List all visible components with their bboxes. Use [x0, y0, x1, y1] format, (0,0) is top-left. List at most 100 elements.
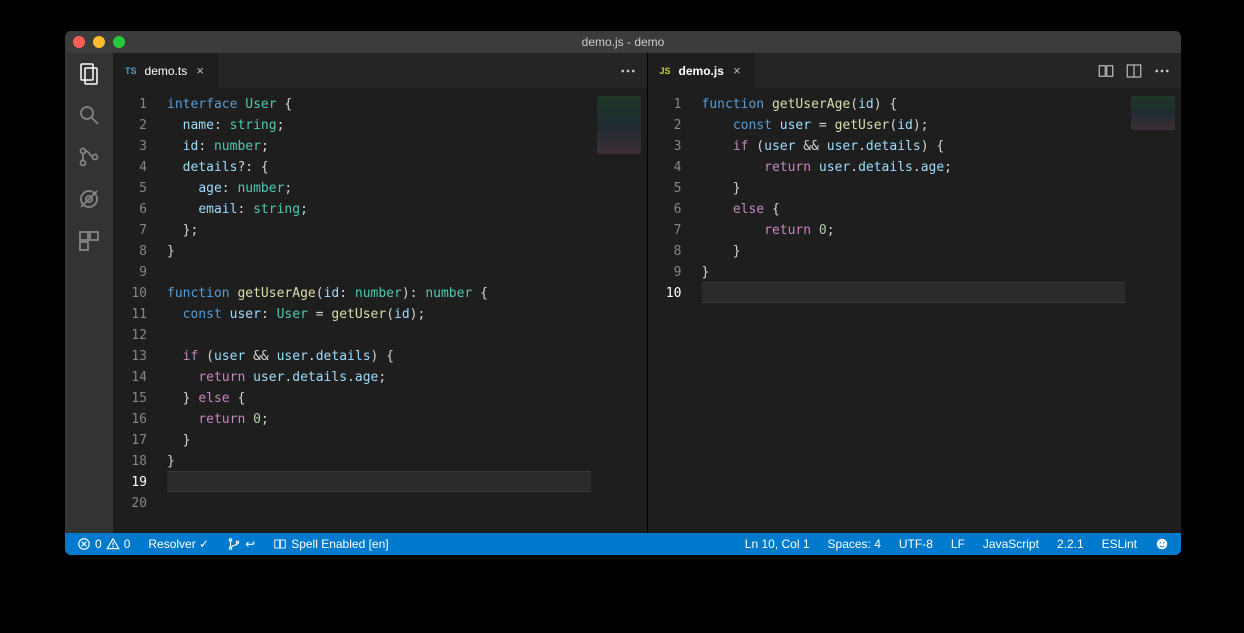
- code-line[interactable]: email: string;: [167, 199, 591, 220]
- vscode-window: demo.js - demo TS demo.ts ×: [65, 31, 1181, 555]
- line-number: 9: [113, 262, 147, 283]
- code-line[interactable]: id: number;: [167, 136, 591, 157]
- code-line[interactable]: const user: User = getUser(id);: [167, 304, 591, 325]
- git-branch-status[interactable]: ↩: [223, 537, 259, 551]
- editor-groups: TS demo.ts × 123456789101112131415161718…: [113, 53, 1181, 533]
- errors-count: 0: [95, 537, 102, 551]
- code-line[interactable]: name: string;: [167, 115, 591, 136]
- code-line[interactable]: }: [167, 430, 591, 451]
- language-mode[interactable]: JavaScript: [979, 537, 1043, 551]
- line-number: 10: [113, 283, 147, 304]
- minimap-right[interactable]: [1125, 88, 1181, 533]
- close-tab-button[interactable]: ×: [193, 64, 207, 78]
- split-editor-icon[interactable]: [1125, 62, 1143, 80]
- line-number: 2: [113, 115, 147, 136]
- workbench-body: TS demo.ts × 123456789101112131415161718…: [65, 53, 1181, 533]
- line-number: 7: [648, 220, 682, 241]
- activity-bar: [65, 53, 113, 533]
- close-tab-button[interactable]: ×: [730, 64, 744, 78]
- tab-actions-left: [609, 53, 647, 88]
- branch-arrow-icon: ↩: [245, 537, 255, 551]
- eslint-status[interactable]: ESLint: [1098, 537, 1141, 551]
- version-status[interactable]: 2.2.1: [1053, 537, 1088, 551]
- code-line[interactable]: }: [702, 241, 1126, 262]
- code-line[interactable]: details?: {: [167, 157, 591, 178]
- tab-bar-right: JS demo.js ×: [648, 53, 1182, 88]
- debug-icon[interactable]: [77, 187, 101, 211]
- code-line[interactable]: const user = getUser(id);: [702, 115, 1126, 136]
- eol-status[interactable]: LF: [947, 537, 969, 551]
- line-number: 3: [113, 136, 147, 157]
- line-number: 18: [113, 451, 147, 472]
- extensions-icon[interactable]: [77, 229, 101, 253]
- line-number: 5: [113, 178, 147, 199]
- code-line[interactable]: function getUserAge(id) {: [702, 94, 1126, 115]
- code-line[interactable]: else {: [702, 199, 1126, 220]
- line-number: 3: [648, 136, 682, 157]
- code-area-right[interactable]: 12345678910 function getUserAge(id) { co…: [648, 88, 1182, 533]
- spell-status[interactable]: Spell Enabled [en]: [269, 537, 392, 551]
- problems-status[interactable]: 0 0: [73, 537, 134, 551]
- code-line[interactable]: [167, 262, 591, 283]
- code-line[interactable]: [167, 325, 591, 346]
- code-line[interactable]: }: [167, 241, 591, 262]
- line-number: 1: [113, 94, 147, 115]
- code-line[interactable]: [702, 282, 1126, 303]
- gutter-left: 1234567891011121314151617181920: [113, 88, 157, 533]
- code-line[interactable]: } else {: [167, 388, 591, 409]
- code-line[interactable]: age: number;: [167, 178, 591, 199]
- tab-actions-right: [1087, 53, 1181, 88]
- code-line[interactable]: interface User {: [167, 94, 591, 115]
- line-number: 4: [648, 157, 682, 178]
- code-line[interactable]: }: [167, 451, 591, 472]
- code-line[interactable]: };: [167, 220, 591, 241]
- line-number: 15: [113, 388, 147, 409]
- tab-bar-left: TS demo.ts ×: [113, 53, 647, 88]
- code-line[interactable]: return 0;: [167, 409, 591, 430]
- code-left[interactable]: interface User { name: string; id: numbe…: [157, 88, 591, 533]
- minimap-left[interactable]: [591, 88, 647, 533]
- git-branch-icon: [227, 537, 241, 551]
- line-number: 10: [648, 283, 682, 304]
- code-line[interactable]: return 0;: [702, 220, 1126, 241]
- line-number: 11: [113, 304, 147, 325]
- cursor-position[interactable]: Ln 10, Col 1: [741, 537, 814, 551]
- code-line[interactable]: if (user && user.details) {: [167, 346, 591, 367]
- explorer-icon[interactable]: [77, 61, 101, 85]
- resolver-status[interactable]: Resolver ✓: [144, 537, 213, 551]
- code-line[interactable]: }: [702, 262, 1126, 283]
- code-line[interactable]: function getUserAge(id: number): number …: [167, 283, 591, 304]
- editor-group-right: JS demo.js × 12345678910 function getUse…: [648, 53, 1182, 533]
- code-right[interactable]: function getUserAge(id) { const user = g…: [692, 88, 1126, 533]
- line-number: 8: [113, 241, 147, 262]
- line-number: 13: [113, 346, 147, 367]
- line-number: 19: [113, 472, 147, 493]
- line-number: 8: [648, 241, 682, 262]
- line-number: 6: [648, 199, 682, 220]
- code-line[interactable]: return user.details.age;: [167, 367, 591, 388]
- code-line[interactable]: [167, 471, 591, 492]
- feedback-button[interactable]: [1151, 537, 1173, 551]
- line-number: 9: [648, 262, 682, 283]
- status-bar: 0 0 Resolver ✓ ↩ Spell Enabled [en] Ln 1…: [65, 533, 1181, 555]
- encoding-status[interactable]: UTF-8: [895, 537, 937, 551]
- line-number: 5: [648, 178, 682, 199]
- line-number: 6: [113, 199, 147, 220]
- code-line[interactable]: return user.details.age;: [702, 157, 1126, 178]
- code-line[interactable]: [167, 491, 591, 512]
- tab-demo-js[interactable]: JS demo.js ×: [648, 53, 755, 88]
- code-line[interactable]: if (user && user.details) {: [702, 136, 1126, 157]
- line-number: 12: [113, 325, 147, 346]
- more-actions-icon[interactable]: [619, 62, 637, 80]
- book-icon: [273, 537, 287, 551]
- code-line[interactable]: }: [702, 178, 1126, 199]
- more-actions-icon[interactable]: [1153, 62, 1171, 80]
- source-control-icon[interactable]: [77, 145, 101, 169]
- compare-changes-icon[interactable]: [1097, 62, 1115, 80]
- indentation-status[interactable]: Spaces: 4: [824, 537, 885, 551]
- spell-label: Spell Enabled [en]: [291, 537, 388, 551]
- search-icon[interactable]: [77, 103, 101, 127]
- line-number: 1: [648, 94, 682, 115]
- tab-demo-ts[interactable]: TS demo.ts ×: [113, 53, 218, 88]
- code-area-left[interactable]: 1234567891011121314151617181920 interfac…: [113, 88, 647, 533]
